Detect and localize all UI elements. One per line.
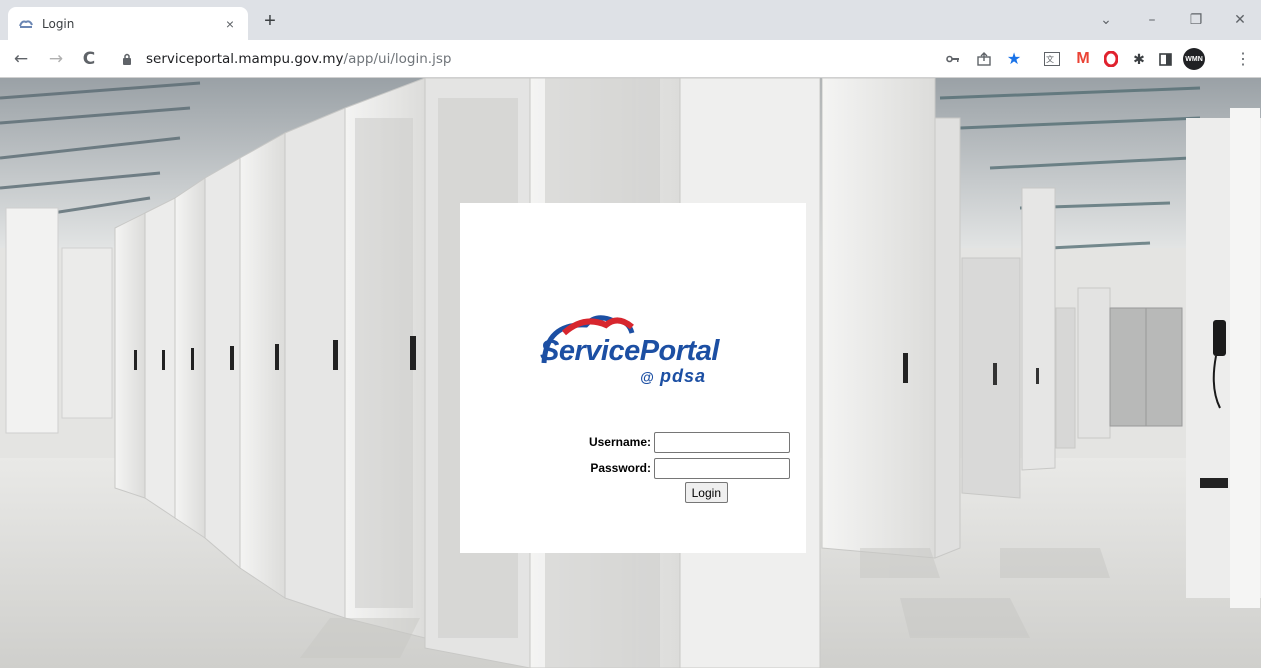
browser-toolbar: ← → C serviceportal.mampu.gov.my/app/ui/… [0, 40, 1261, 78]
tab-title: Login [42, 16, 75, 31]
translate-icon[interactable]: 文 [1042, 49, 1062, 69]
site-favicon-icon [18, 18, 34, 30]
submit-row: Login [520, 482, 728, 503]
back-button[interactable]: ← [10, 48, 32, 70]
new-tab-button[interactable]: + [258, 10, 282, 34]
url-text: serviceportal.mampu.gov.my/app/ui/login.… [146, 51, 451, 67]
puzzle-icon[interactable]: ✱ [1129, 49, 1149, 69]
star-icon[interactable]: ★ [1004, 49, 1024, 69]
tab-login[interactable]: Login × [8, 7, 248, 40]
logo-at-text: @ [640, 369, 654, 385]
tab-search-icon[interactable]: ⌄ [1092, 8, 1120, 32]
close-window-button[interactable]: ✕ [1226, 8, 1254, 32]
key-icon[interactable] [943, 49, 963, 69]
profile-avatar[interactable]: WMN [1183, 48, 1205, 70]
page-content: ServicePortal @ pdsa Username: Password:… [0, 78, 1261, 668]
reload-button[interactable]: C [78, 48, 100, 70]
sidepanel-icon[interactable] [1155, 49, 1175, 69]
username-label: Username: [588, 435, 651, 449]
serviceportal-logo: ServicePortal @ pdsa [536, 311, 736, 401]
url-host: serviceportal.mampu.gov.my [146, 51, 344, 67]
lock-icon[interactable] [120, 52, 134, 66]
minimize-button[interactable]: – [1138, 8, 1166, 32]
restore-button[interactable]: ❐ [1182, 8, 1210, 32]
password-row: Password: [520, 456, 790, 480]
gmail-icon[interactable]: M [1073, 49, 1093, 69]
logo-pdsa-text: pdsa [660, 366, 707, 386]
login-card: ServicePortal @ pdsa Username: Password:… [460, 203, 806, 553]
login-button[interactable]: Login [684, 482, 728, 503]
tab-close-icon[interactable]: × [222, 16, 238, 32]
share-icon[interactable] [974, 49, 994, 69]
svg-text:文: 文 [1046, 54, 1054, 64]
address-bar[interactable]: serviceportal.mampu.gov.my/app/ui/login.… [110, 45, 970, 73]
password-input[interactable] [654, 457, 790, 479]
forward-button[interactable]: → [45, 48, 67, 70]
opera-icon[interactable] [1101, 49, 1121, 69]
url-path: /app/ui/login.jsp [343, 51, 452, 67]
menu-icon[interactable]: ⋮ [1233, 49, 1253, 69]
tab-strip: Login × + ⌄ – ❐ ✕ [0, 0, 1261, 40]
username-input[interactable] [654, 431, 790, 453]
login-form: Username: Password: Login [520, 430, 790, 503]
password-label: Password: [590, 461, 651, 475]
username-row: Username: [520, 430, 790, 454]
logo-service-portal-text: ServicePortal [540, 335, 719, 367]
